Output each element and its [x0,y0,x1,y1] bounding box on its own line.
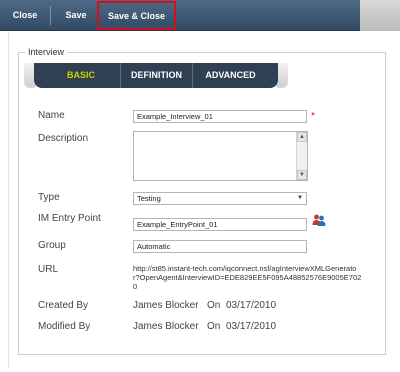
chevron-down-icon: ▼ [297,195,303,201]
modified-by-label: Modified By [38,321,91,332]
tab-definition[interactable]: DEFINITION [120,63,192,88]
entry-point-field[interactable]: Example_EntryPoint_01 [133,218,307,231]
scroll-up-icon[interactable]: ▲ [297,132,307,142]
url-value: http://st85.instant-tech.com/iqconnect.n… [133,264,363,291]
created-on-label: On [207,300,221,311]
tab-basic[interactable]: BASIC [42,63,120,88]
toolbar-end-cap [360,0,400,31]
entry-point-label: IM Entry Point [38,213,101,224]
description-field[interactable]: ▲ ▼ [133,131,308,181]
section-legend: Interview [28,47,65,57]
toolbar: Close Save Save & Close [0,0,400,31]
save-close-button[interactable]: Save & Close [97,1,176,30]
description-scrollbar[interactable]: ▲ ▼ [296,132,307,180]
type-label: Type [38,192,60,203]
modified-by-user: James Blocker [133,321,199,332]
scroll-down-icon[interactable]: ▼ [297,170,307,180]
created-by-label: Created By [38,300,89,311]
group-field[interactable]: Automatic [133,240,307,253]
created-by-user: James Blocker [133,300,199,311]
description-label: Description [38,133,89,144]
required-marker: * [311,111,315,122]
save-button[interactable]: Save [56,0,96,31]
url-text: http://st85.instant-tech.com/iqconnect.n… [133,264,362,291]
tab-advanced[interactable]: ADVANCED [192,63,268,88]
type-select[interactable]: Testing ▼ [133,192,307,205]
modified-on-label: On [207,321,221,332]
toolbar-separator [50,6,51,25]
created-date: 03/17/2010 [226,300,277,311]
url-label: URL [38,264,59,275]
type-selected-value: Testing [137,194,161,203]
name-label: Name [38,110,65,121]
group-label: Group [38,240,66,251]
name-field[interactable]: Example_Interview_01 [133,110,307,123]
close-button[interactable]: Close [4,0,46,31]
modified-date: 03/17/2010 [226,321,277,332]
people-picker-icon[interactable] [312,213,326,227]
